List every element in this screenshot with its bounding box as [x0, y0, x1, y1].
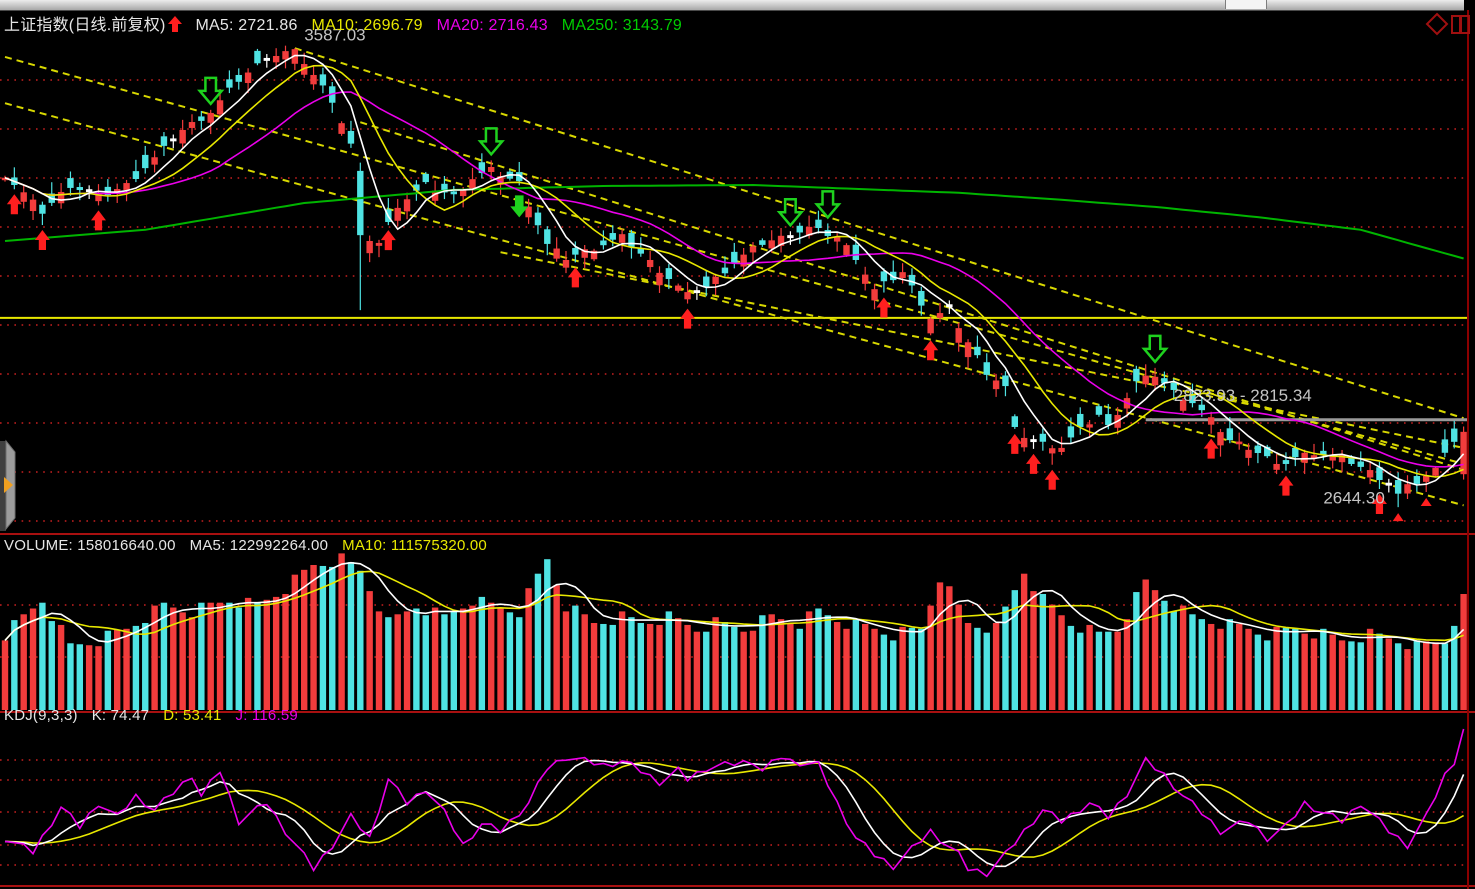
cascade-windows-icon[interactable]	[1452, 16, 1469, 33]
volume-value: VOLUME: 158016640.00	[4, 537, 176, 554]
scrollbar-thumb[interactable]	[1225, 0, 1267, 9]
kdj-k-value: K: 74.47	[92, 707, 149, 724]
volume-chart[interactable]	[2, 553, 1467, 710]
symbol-title: 上证指数(日线.前复权)	[4, 17, 166, 34]
svg-text:2644.30: 2644.30	[1323, 488, 1384, 507]
main-chart-header: 上证指数(日线.前复权) MA5: 2721.86 MA10: 2696.79 MA2…	[4, 11, 696, 35]
ma5-value: MA5: 2721.86	[196, 17, 298, 34]
kdj-d-value: D: 53.41	[163, 707, 221, 724]
kdj-chart[interactable]	[5, 729, 1464, 876]
trading-app-window: 3587.032823.93 - 2815.342644.30 上证指数(日线.…	[0, 0, 1475, 889]
kdj-header: KDJ(9,3,3) K: 74.47 D: 53.41 J: 116.59	[4, 707, 312, 724]
volume-header: VOLUME: 158016640.00 MA5: 122992264.00 MA1…	[4, 537, 501, 554]
left-panel-handle[interactable]	[0, 441, 15, 531]
signal-arrows	[7, 78, 1432, 521]
charts-canvas[interactable]: 3587.032823.93 - 2815.342644.30	[0, 0, 1475, 889]
panel-separators	[0, 10, 1475, 889]
horizontal-scrollbar[interactable]	[0, 0, 1464, 11]
diamond-icon[interactable]	[1427, 14, 1447, 34]
svg-text:2823.93 - 2815.34: 2823.93 - 2815.34	[1174, 386, 1312, 405]
volume-ma10-value: MA10: 111575320.00	[342, 537, 487, 554]
ma250-value: MA250: 3143.79	[562, 17, 682, 34]
ma20-value: MA20: 2716.43	[437, 17, 548, 34]
up-arrow-icon	[168, 16, 182, 32]
volume-ma5-value: MA5: 122992264.00	[190, 537, 329, 554]
kdj-j-value: J: 116.59	[236, 707, 298, 724]
ma10-value: MA10: 2696.79	[312, 17, 423, 34]
grid-lines	[0, 80, 1467, 865]
kdj-name: KDJ(9,3,3)	[4, 707, 78, 724]
